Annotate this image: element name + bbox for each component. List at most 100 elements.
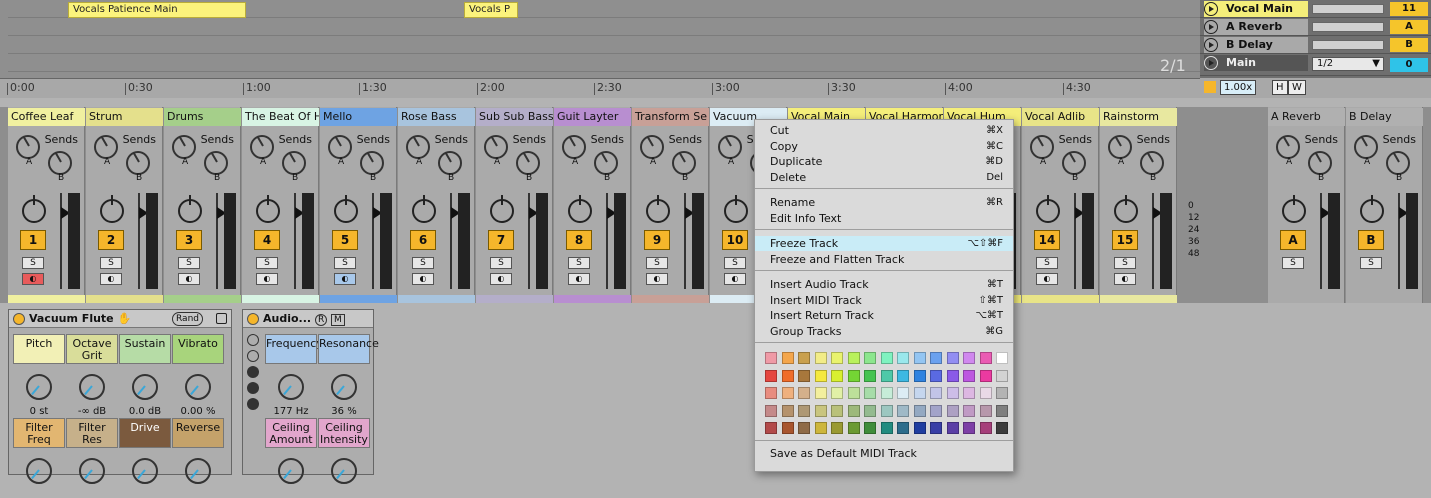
h-toggle[interactable]: H: [1272, 80, 1288, 95]
color-swatch[interactable]: [979, 352, 992, 364]
send-b-knob[interactable]: [516, 151, 540, 175]
arrangement-lane[interactable]: [8, 18, 1200, 36]
color-swatch[interactable]: [765, 422, 777, 434]
color-swatch[interactable]: [880, 422, 893, 434]
color-swatch[interactable]: [963, 352, 975, 364]
color-swatch[interactable]: [814, 404, 827, 417]
track-activator[interactable]: 9: [644, 230, 670, 250]
track-header-b-delay[interactable]: B Delay B: [1200, 36, 1431, 54]
color-swatch[interactable]: [831, 404, 843, 417]
track-name[interactable]: Guit Layter: [554, 108, 631, 126]
send-b-knob[interactable]: [1308, 151, 1332, 175]
send-a-knob[interactable]: [94, 135, 118, 159]
color-swatch[interactable]: [963, 369, 975, 382]
solo-button[interactable]: S: [22, 257, 44, 269]
send-a-knob[interactable]: [1108, 135, 1132, 159]
power-icon[interactable]: [13, 313, 25, 325]
list-icon[interactable]: [247, 398, 259, 410]
pan-knob[interactable]: [334, 195, 358, 223]
macro-control[interactable]: Drive: [119, 418, 171, 498]
color-swatch[interactable]: [880, 404, 893, 417]
color-swatch[interactable]: [930, 404, 942, 417]
send-b-knob[interactable]: [438, 151, 462, 175]
color-swatch[interactable]: [864, 404, 876, 417]
track-activator[interactable]: 6: [410, 230, 436, 250]
w-toggle[interactable]: W: [1288, 80, 1306, 95]
color-swatch[interactable]: [996, 352, 1008, 364]
solo-button[interactable]: S: [178, 257, 200, 269]
color-swatch[interactable]: [880, 387, 893, 399]
monitor-icon[interactable]: ◐: [178, 273, 200, 285]
macro-knob[interactable]: [185, 374, 211, 400]
monitor-icon[interactable]: ◐: [22, 273, 44, 285]
map-icon[interactable]: [247, 382, 259, 394]
track-activator[interactable]: 1: [20, 230, 46, 250]
color-swatch[interactable]: [880, 352, 893, 364]
send-a-knob[interactable]: [484, 135, 508, 159]
macro-control[interactable]: Filter Freq: [13, 418, 65, 498]
solo-button[interactable]: S: [1036, 257, 1058, 269]
color-swatch[interactable]: [831, 369, 843, 382]
color-swatch[interactable]: [765, 369, 777, 382]
track-name[interactable]: Drums: [164, 108, 241, 126]
macro-control[interactable]: Reverse: [172, 418, 224, 498]
color-swatch[interactable]: [946, 369, 959, 382]
color-swatch[interactable]: [847, 352, 860, 364]
track-name[interactable]: Rainstorm: [1100, 108, 1177, 126]
pan-knob[interactable]: [568, 195, 592, 223]
color-swatch[interactable]: [979, 387, 992, 399]
color-swatch[interactable]: [913, 387, 926, 399]
color-swatch[interactable]: [814, 387, 827, 399]
color-swatch[interactable]: [814, 422, 827, 434]
send-b-knob[interactable]: [1062, 151, 1086, 175]
monitor-icon[interactable]: ◐: [412, 273, 434, 285]
color-swatch[interactable]: [996, 387, 1008, 399]
color-swatch[interactable]: [814, 352, 827, 364]
track-activator[interactable]: A: [1280, 230, 1306, 250]
menu-item-delete[interactable]: Delete Del: [755, 170, 1013, 185]
macro-knob[interactable]: [132, 458, 158, 484]
track-name[interactable]: Sub Sub Bass: [476, 108, 553, 126]
color-swatch[interactable]: [996, 404, 1008, 417]
color-swatch[interactable]: [798, 404, 810, 417]
send-a-knob[interactable]: [1354, 135, 1378, 159]
pan-knob[interactable]: [412, 195, 436, 223]
send-b-knob[interactable]: [672, 151, 696, 175]
macro-control[interactable]: Ceiling Intensity: [318, 418, 370, 498]
pan-knob[interactable]: [256, 195, 280, 223]
menu-item-freeze-and-flatten-track[interactable]: Freeze and Flatten Track: [755, 252, 1013, 267]
color-swatch[interactable]: [765, 352, 777, 364]
color-swatch[interactable]: [897, 404, 909, 417]
color-swatch[interactable]: [913, 352, 926, 364]
color-swatch[interactable]: [781, 369, 794, 382]
color-swatch[interactable]: [913, 404, 926, 417]
mixer-strip[interactable]: Rose Bass Sends A B 6 S ◐: [398, 107, 475, 303]
color-swatch[interactable]: [847, 422, 860, 434]
pan-knob[interactable]: [1114, 195, 1138, 223]
macro-knob[interactable]: [132, 374, 158, 400]
send-a-knob[interactable]: [16, 135, 40, 159]
macro-control[interactable]: Octave Grit -∞ dB: [66, 334, 118, 417]
macro-control[interactable]: Vibrato 0.00 %: [172, 334, 224, 417]
send-a-knob[interactable]: [562, 135, 586, 159]
monitor-icon[interactable]: ◐: [256, 273, 278, 285]
mixer-strip[interactable]: Mello Sends A B 5 S ◐: [320, 107, 397, 303]
color-swatch[interactable]: [864, 369, 876, 382]
device-header[interactable]: Audio... R M: [243, 310, 373, 328]
macro-control[interactable]: Ceiling Amount: [265, 418, 317, 498]
macro-control[interactable]: Frequency 177 Hz: [265, 334, 323, 417]
minus-icon[interactable]: [247, 350, 259, 362]
monitor-icon[interactable]: ◐: [568, 273, 590, 285]
color-swatch[interactable]: [930, 422, 942, 434]
monitor-icon[interactable]: ◐: [490, 273, 512, 285]
arrangement-view[interactable]: Vocals Patience Main Vocals P 2/1: [0, 0, 1200, 78]
macro-control[interactable]: Sustain 0.0 dB: [119, 334, 171, 417]
monitor-icon[interactable]: ◐: [1114, 273, 1136, 285]
send-a-knob[interactable]: [1030, 135, 1054, 159]
color-swatch[interactable]: [814, 369, 827, 382]
pan-knob[interactable]: [100, 195, 124, 223]
monitor-icon[interactable]: ◐: [100, 273, 122, 285]
color-swatch[interactable]: [930, 369, 942, 382]
mixer-strip[interactable]: Rainstorm Sends A B 15 S ◐: [1100, 107, 1177, 303]
color-swatch[interactable]: [897, 422, 909, 434]
